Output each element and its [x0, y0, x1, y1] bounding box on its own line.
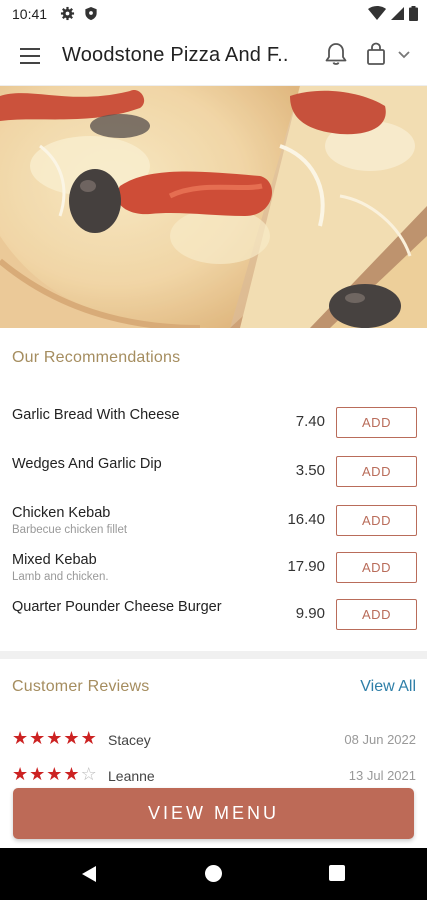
star-filled-icon: ★ — [46, 764, 63, 784]
add-button[interactable]: ADD — [336, 407, 417, 438]
star-filled-icon: ★ — [63, 728, 80, 748]
menu-item: Mixed Kebab Lamb and chicken. 17.90 ADD — [0, 552, 427, 592]
review-date: 08 Jun 2022 — [344, 732, 416, 747]
wifi-icon — [368, 6, 386, 20]
star-rating: ★ ★ ★ ★ ★ — [12, 729, 97, 747]
reviewer-name: Leanne — [108, 768, 155, 784]
item-name: Garlic Bread With Cheese — [12, 407, 180, 423]
restaurant-title: Woodstone Pizza And F.. — [62, 44, 289, 66]
review-date: 13 Jul 2021 — [348, 768, 416, 783]
item-name: Chicken Kebab — [12, 505, 111, 521]
home-icon[interactable] — [205, 865, 222, 882]
system-nav-bar — [0, 848, 427, 900]
add-button[interactable]: ADD — [336, 552, 417, 583]
item-price: 7.40 — [295, 413, 325, 430]
hamburger-menu-icon[interactable] — [20, 46, 42, 66]
section-divider — [0, 651, 427, 659]
item-price: 16.40 — [287, 511, 325, 528]
star-filled-icon: ★ — [29, 764, 46, 784]
star-rating: ★ ★ ★ ★ ☆ — [12, 765, 97, 783]
item-name: Wedges And Garlic Dip — [12, 456, 162, 472]
review-row: ★ ★ ★ ★ ★ Stacey 08 Jun 2022 — [0, 729, 427, 755]
add-button[interactable]: ADD — [336, 505, 417, 536]
menu-item: Chicken Kebab Barbecue chicken fillet 16… — [0, 505, 427, 545]
signal-icon — [391, 7, 404, 20]
star-filled-icon: ★ — [80, 728, 97, 748]
item-description: Barbecue chicken fillet — [12, 524, 128, 536]
item-price: 3.50 — [295, 462, 325, 479]
item-name: Mixed Kebab — [12, 552, 97, 568]
star-filled-icon: ★ — [29, 728, 46, 748]
star-empty-icon: ☆ — [80, 764, 97, 784]
reviewer-name: Stacey — [108, 732, 151, 748]
star-filled-icon: ★ — [63, 764, 80, 784]
chevron-down-icon[interactable] — [397, 50, 411, 60]
bell-icon[interactable] — [324, 41, 348, 67]
star-filled-icon: ★ — [12, 728, 29, 748]
view-menu-button[interactable]: VIEW MENU — [13, 788, 414, 839]
status-bar: 10:41 — [0, 0, 427, 28]
back-icon[interactable] — [81, 865, 97, 883]
item-price: 17.90 — [287, 558, 325, 575]
item-description: Lamb and chicken. — [12, 571, 109, 583]
menu-item: Quarter Pounder Cheese Burger 9.90 ADD — [0, 599, 427, 639]
reviews-title: Customer Reviews — [12, 678, 150, 695]
hero-pizza-image — [0, 86, 427, 328]
item-name: Quarter Pounder Cheese Burger — [12, 599, 222, 615]
battery-icon — [409, 6, 418, 21]
recent-apps-icon[interactable] — [329, 865, 345, 881]
menu-item: Garlic Bread With Cheese 7.40 ADD — [0, 407, 427, 447]
status-time: 10:41 — [12, 6, 48, 22]
menu-item: Wedges And Garlic Dip 3.50 ADD — [0, 456, 427, 496]
shopping-bag-icon[interactable] — [366, 42, 386, 66]
star-filled-icon: ★ — [12, 764, 29, 784]
item-price: 9.90 — [295, 605, 325, 622]
view-all-reviews-link[interactable]: View All — [360, 678, 416, 696]
gear-icon — [60, 6, 75, 21]
add-button[interactable]: ADD — [336, 456, 417, 487]
app-bar: Woodstone Pizza And F.. — [0, 28, 427, 86]
recommendations-title: Our Recommendations — [12, 349, 181, 366]
star-filled-icon: ★ — [46, 728, 63, 748]
add-button[interactable]: ADD — [336, 599, 417, 630]
shield-icon — [85, 6, 97, 21]
